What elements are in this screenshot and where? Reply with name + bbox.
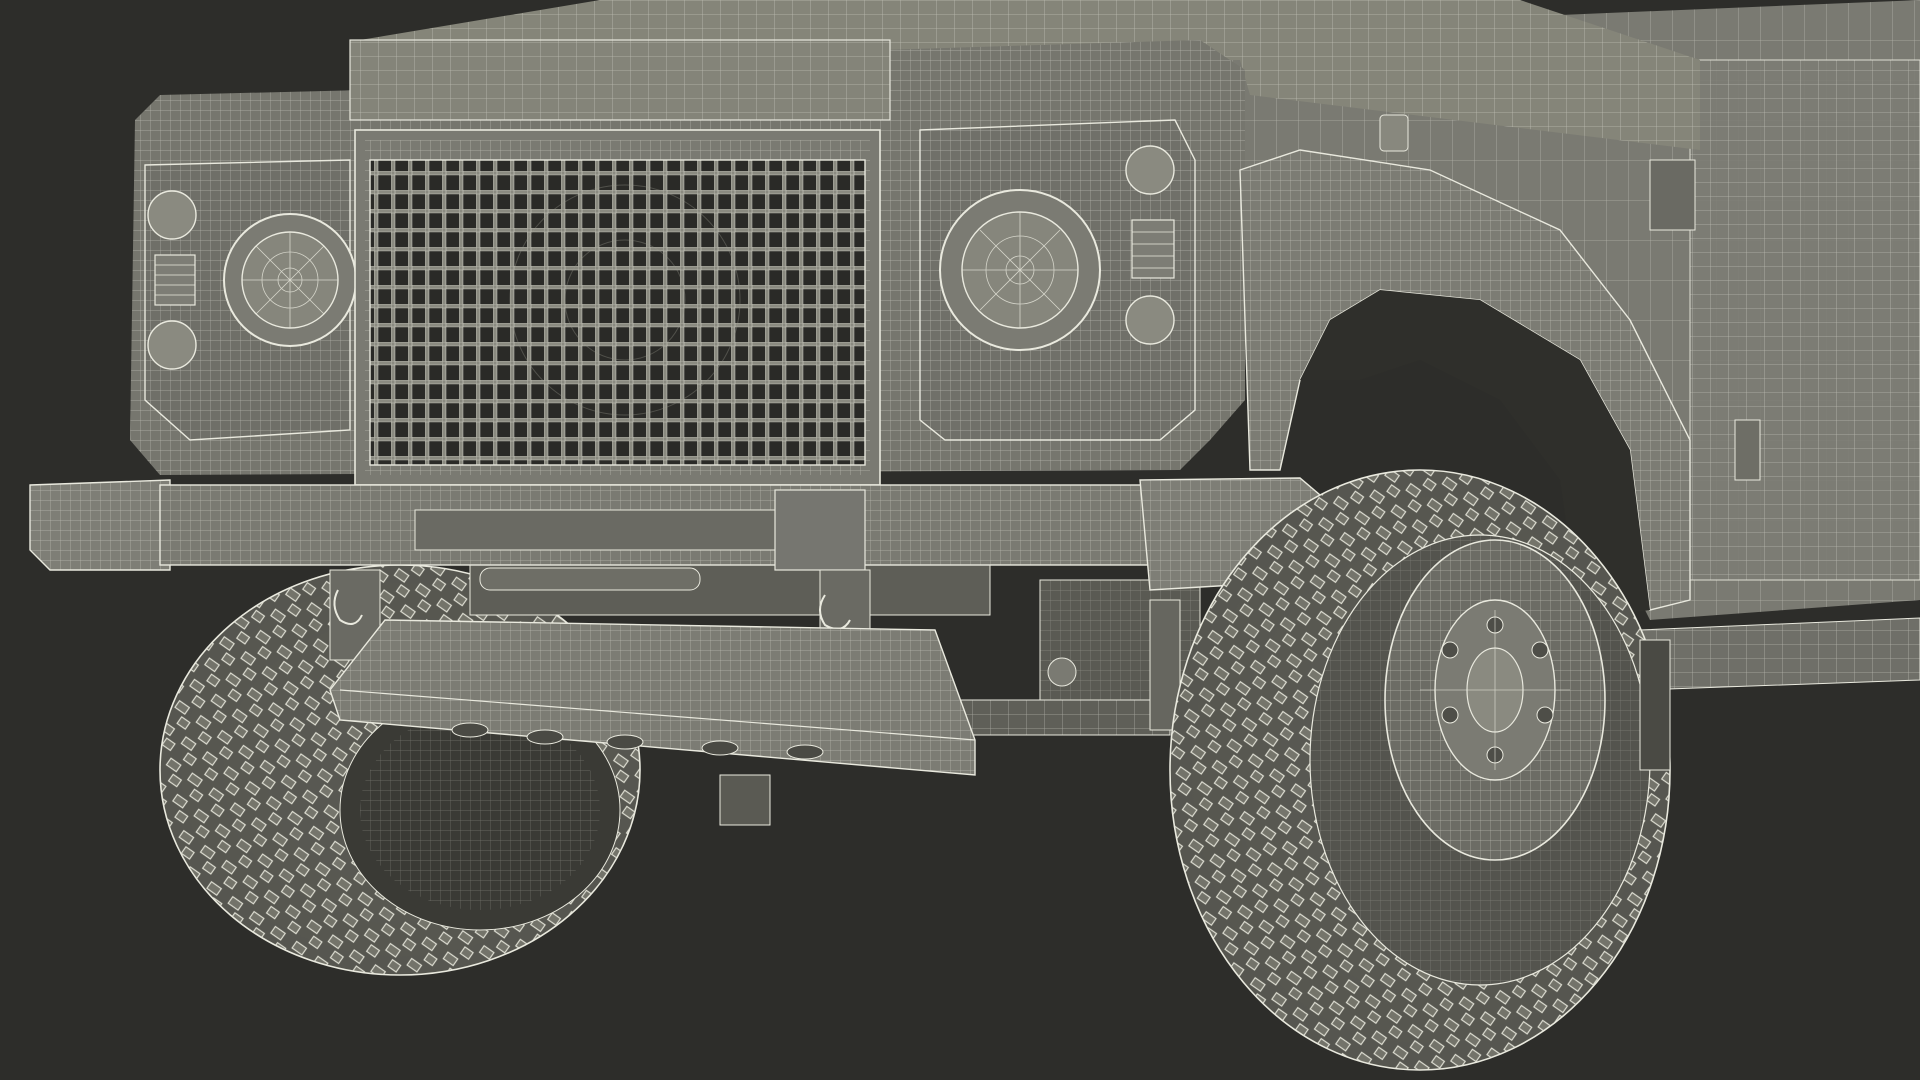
front-grille	[354, 129, 881, 486]
mudflap	[1639, 639, 1671, 771]
right-wheel-rim	[1384, 539, 1606, 861]
left-headlight	[144, 159, 357, 441]
right-headlight	[919, 119, 1196, 441]
render-viewport	[0, 0, 1920, 1080]
vehicle-wireframe-render	[0, 0, 1920, 1080]
